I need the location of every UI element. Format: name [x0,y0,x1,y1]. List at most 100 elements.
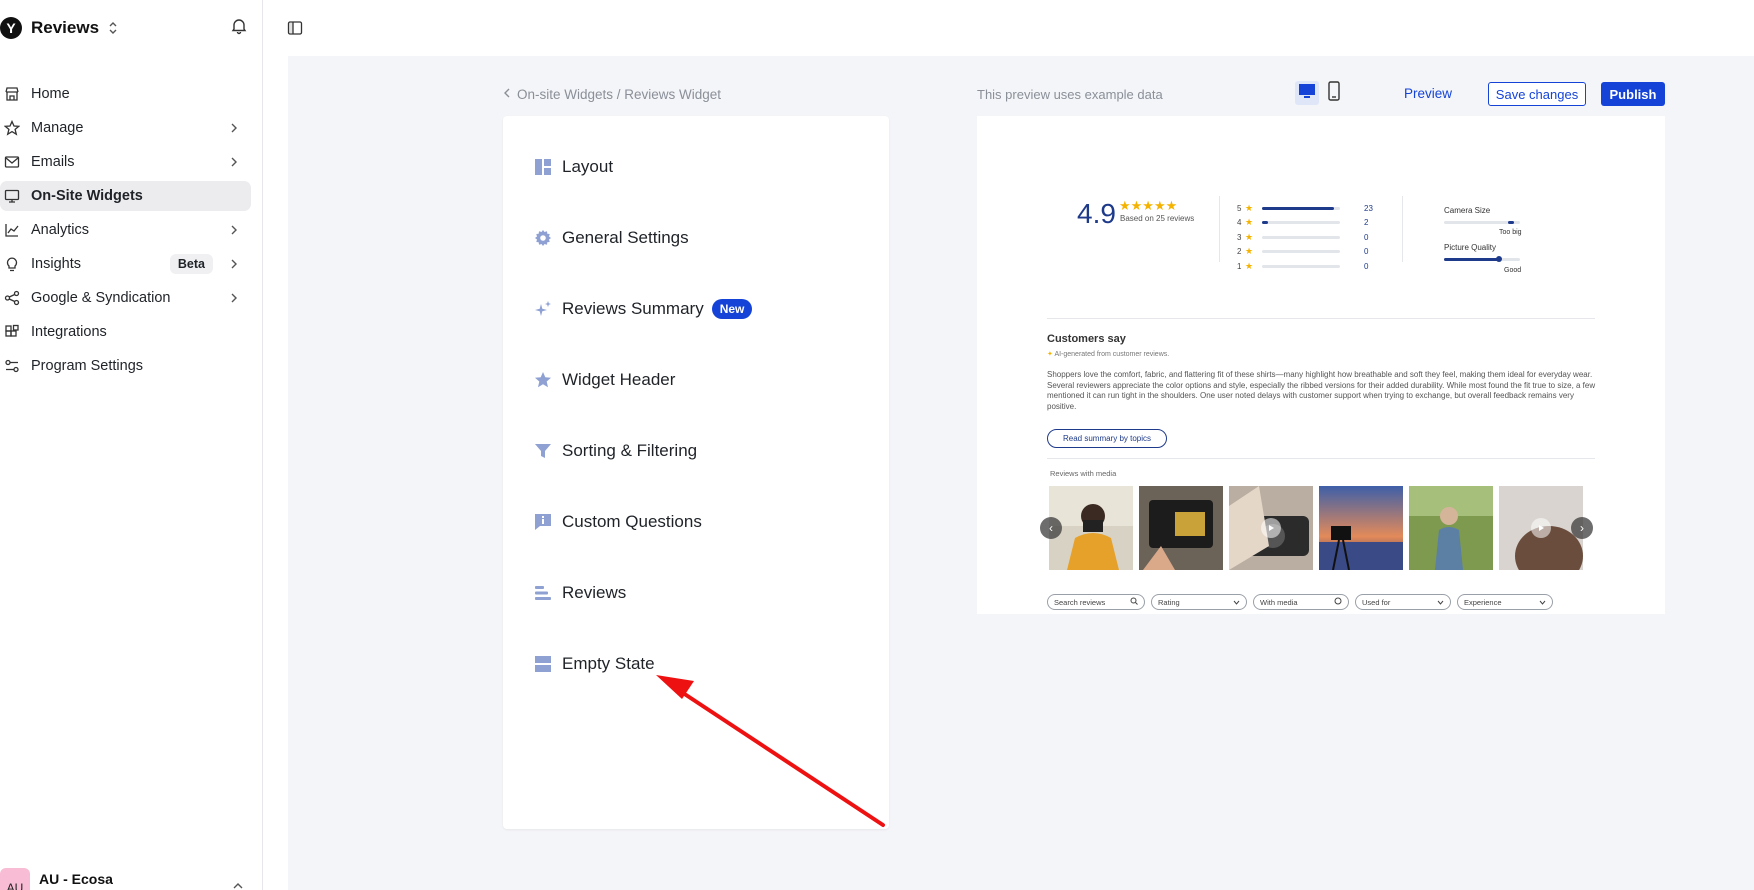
menu-item-reviews-summary[interactable]: Reviews Summary New [534,295,753,323]
menu-item-label: General Settings [562,228,689,247]
star-icon: ★ [1245,246,1254,257]
sidebar-item-home[interactable]: Home [0,79,251,109]
menu-item-custom-questions[interactable]: Custom Questions [534,508,702,536]
distribution-bar-fill [1262,206,1334,210]
sidebar-item-emails[interactable]: Emails [0,147,251,177]
save-changes-button[interactable]: Save changes [1488,82,1586,106]
carousel-next-icon[interactable]: › [1571,517,1593,539]
info-chat-icon [534,513,552,531]
attribute-name: Picture Quality [1444,243,1497,252]
widget-preview: 4.9 ★★★★★ Based on 25 reviews 5 ★ 23 4 ★ 2 3 ★ 0… [977,116,1665,614]
new-badge: New [711,299,753,319]
distribution-row[interactable]: 3 ★ 0 [1237,230,1397,245]
menu-item-sorting-filtering[interactable]: Sorting & Filtering [534,437,697,465]
distribution-row[interactable]: 2 ★ 0 [1237,245,1397,260]
list-icon [534,584,552,602]
attribute-slider [1444,256,1520,262]
distribution-row[interactable]: 4 ★ 2 [1237,216,1397,231]
mobile-icon [1328,80,1340,106]
star-icon: ★ [1245,260,1254,271]
breadcrumb[interactable]: On-site Widgets / Reviews Widget [503,87,721,102]
ai-note-text: AI-generated from customer reviews. [1054,351,1170,358]
star-count: 0 [1364,247,1369,257]
filter-label: Experience [1464,597,1502,607]
search-reviews-input[interactable]: Search reviews [1047,594,1145,610]
preview-button[interactable]: Preview [1404,82,1452,104]
sidebar-item-on-site-widgets[interactable]: On-Site Widgets [0,181,251,211]
rating-distribution: 5 ★ 23 4 ★ 2 3 ★ 0 2 ★ 0 1 ★ 0 [1237,201,1397,274]
sidebar: Y Reviews Home Manage Emails On-Site Wid… [0,0,263,890]
chevron-down-icon [1233,598,1240,607]
attribute-value: Good [1504,267,1522,274]
menu-item-layout[interactable]: Layout [534,153,613,181]
sidebar-item-label: Insights [31,256,81,272]
carousel-prev-icon[interactable]: ‹ [1040,517,1062,539]
review-summary-text: Shoppers love the comfort, fabric, and f… [1047,370,1596,411]
publish-button[interactable]: Publish [1601,82,1665,106]
media-thumbnail[interactable] [1409,486,1493,570]
sidebar-toggle-icon[interactable] [287,20,303,36]
menu-item-general-settings[interactable]: General Settings [534,224,689,252]
store-icon [4,86,20,102]
menu-item-reviews[interactable]: Reviews [534,579,626,607]
menu-item-label: Layout [562,157,614,176]
star-level: 3 [1237,232,1242,242]
chart-line-icon [4,222,20,238]
media-thumbnail[interactable] [1229,486,1313,570]
beta-badge: Beta [169,254,213,274]
star-count: 0 [1364,232,1369,242]
menu-item-label: Reviews [562,583,627,602]
experience-filter[interactable]: Experience [1457,594,1553,610]
settings-menu-card: Layout General Settings Reviews Summary … [503,116,889,829]
menu-item-label: Reviews Summary [562,299,704,318]
attribute-slider-fill [1444,258,1499,261]
star-icon: ★ [1245,217,1254,228]
sidebar-item-label: Program Settings [31,358,144,374]
account-switcher[interactable]: AU AU - Ecosa [0,868,113,890]
read-summary-by-topics-button[interactable]: Read summary by topics [1047,429,1167,448]
sidebar-item-insights[interactable]: Insights Beta [0,249,251,279]
menu-item-widget-header[interactable]: Widget Header [534,366,675,394]
monitor-icon [4,188,20,204]
account-name: AU - Ecosa [39,871,113,887]
search-icon [1130,597,1138,607]
ai-note: ✦ AI-generated from customer reviews. [1047,350,1169,358]
play-icon [1531,518,1551,538]
sidebar-item-program-settings[interactable]: Program Settings [0,351,251,381]
rating-filter[interactable]: Rating [1151,594,1247,610]
chevron-right-icon [229,291,239,305]
menu-item-empty-state[interactable]: Empty State [534,650,655,678]
sidebar-item-integrations[interactable]: Integrations [0,317,251,347]
bell-icon[interactable] [230,17,248,35]
star-count: 23 [1364,203,1373,213]
sidebar-item-label: Emails [31,154,75,170]
star-icon [534,371,552,389]
chevron-right-icon [229,257,239,271]
with-media-filter[interactable]: With media [1253,594,1349,610]
media-thumbnail[interactable] [1139,486,1223,570]
mail-icon [4,154,20,170]
distribution-bar [1262,235,1340,239]
mobile-view-toggle[interactable] [1325,80,1343,106]
star-level: 4 [1237,218,1242,228]
desktop-view-toggle[interactable] [1295,81,1319,105]
media-thumbnail[interactable] [1319,486,1403,570]
brand-switcher[interactable]: Y Reviews [0,14,119,42]
media-carousel [1049,486,1583,570]
sidebar-item-analytics[interactable]: Analytics [0,215,251,245]
distribution-row[interactable]: 1 ★ 0 [1237,259,1397,274]
blocks-icon [4,324,20,340]
sidebar-item-label: Integrations [31,324,107,340]
attribute-slider [1444,221,1520,224]
chevron-up-icon[interactable] [232,878,244,890]
sidebar-item-google-syndication[interactable]: Google & Syndication [0,283,251,313]
funnel-icon [534,442,552,460]
avatar: AU [0,868,30,890]
based-on-text: Based on 25 reviews [1120,214,1195,223]
topbar [263,0,1754,56]
used-for-filter[interactable]: Used for [1355,594,1451,610]
divider [1047,318,1595,319]
sidebar-item-manage[interactable]: Manage [0,113,251,143]
distribution-row[interactable]: 5 ★ 23 [1237,201,1397,216]
chevron-right-icon [229,223,239,237]
